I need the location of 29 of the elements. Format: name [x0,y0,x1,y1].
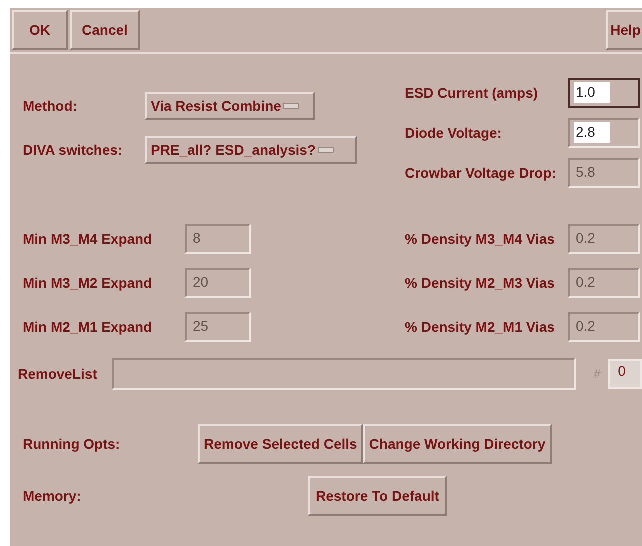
field-label: % Density M3_M4 Vias [404,230,556,249]
toolbar-button[interactable]: Cancel [70,10,140,50]
toolbar-button[interactable]: OK [12,10,68,50]
dropdown-button[interactable]: Via Resist Combine [145,92,315,120]
field-label: Min M3_M2 Expand [23,274,154,293]
restore-button[interactable]: Restore To Default [308,476,448,516]
dropdown-button[interactable]: PRE_all? ESD_analysis? [145,136,357,164]
help-button[interactable]: Help [606,10,642,50]
field-label: RemoveList [18,364,98,384]
action-button[interactable]: Remove Selected Cells [198,424,364,464]
field-label: DIVA switches: [23,140,124,160]
input-field[interactable] [112,358,576,390]
count-label: # [594,366,602,383]
action-button[interactable]: Change Working Directory [363,424,552,464]
count-field[interactable]: 0 [608,359,642,389]
field-label: Min M2_M1 Expand [23,318,154,337]
field-label: % Density M2_M3 Vias [404,274,556,293]
input-field[interactable]: 1.0 [568,78,640,108]
field-label: Diode Voltage: [404,124,503,143]
field-label: % Density M2_M1 Vias [404,318,556,337]
field-label: Running Opts: [23,434,122,454]
field-label: ESD Current (amps) [404,84,540,103]
option-indicator-icon [318,147,334,153]
field-label: Memory: [23,486,82,506]
field-label: Method: [23,96,78,116]
option-indicator-icon [283,103,300,109]
field-label: Crowbar Voltage Drop: [404,164,558,183]
input-field[interactable]: 2.8 [568,118,640,148]
field-label: Min M3_M4 Expand [23,230,154,249]
